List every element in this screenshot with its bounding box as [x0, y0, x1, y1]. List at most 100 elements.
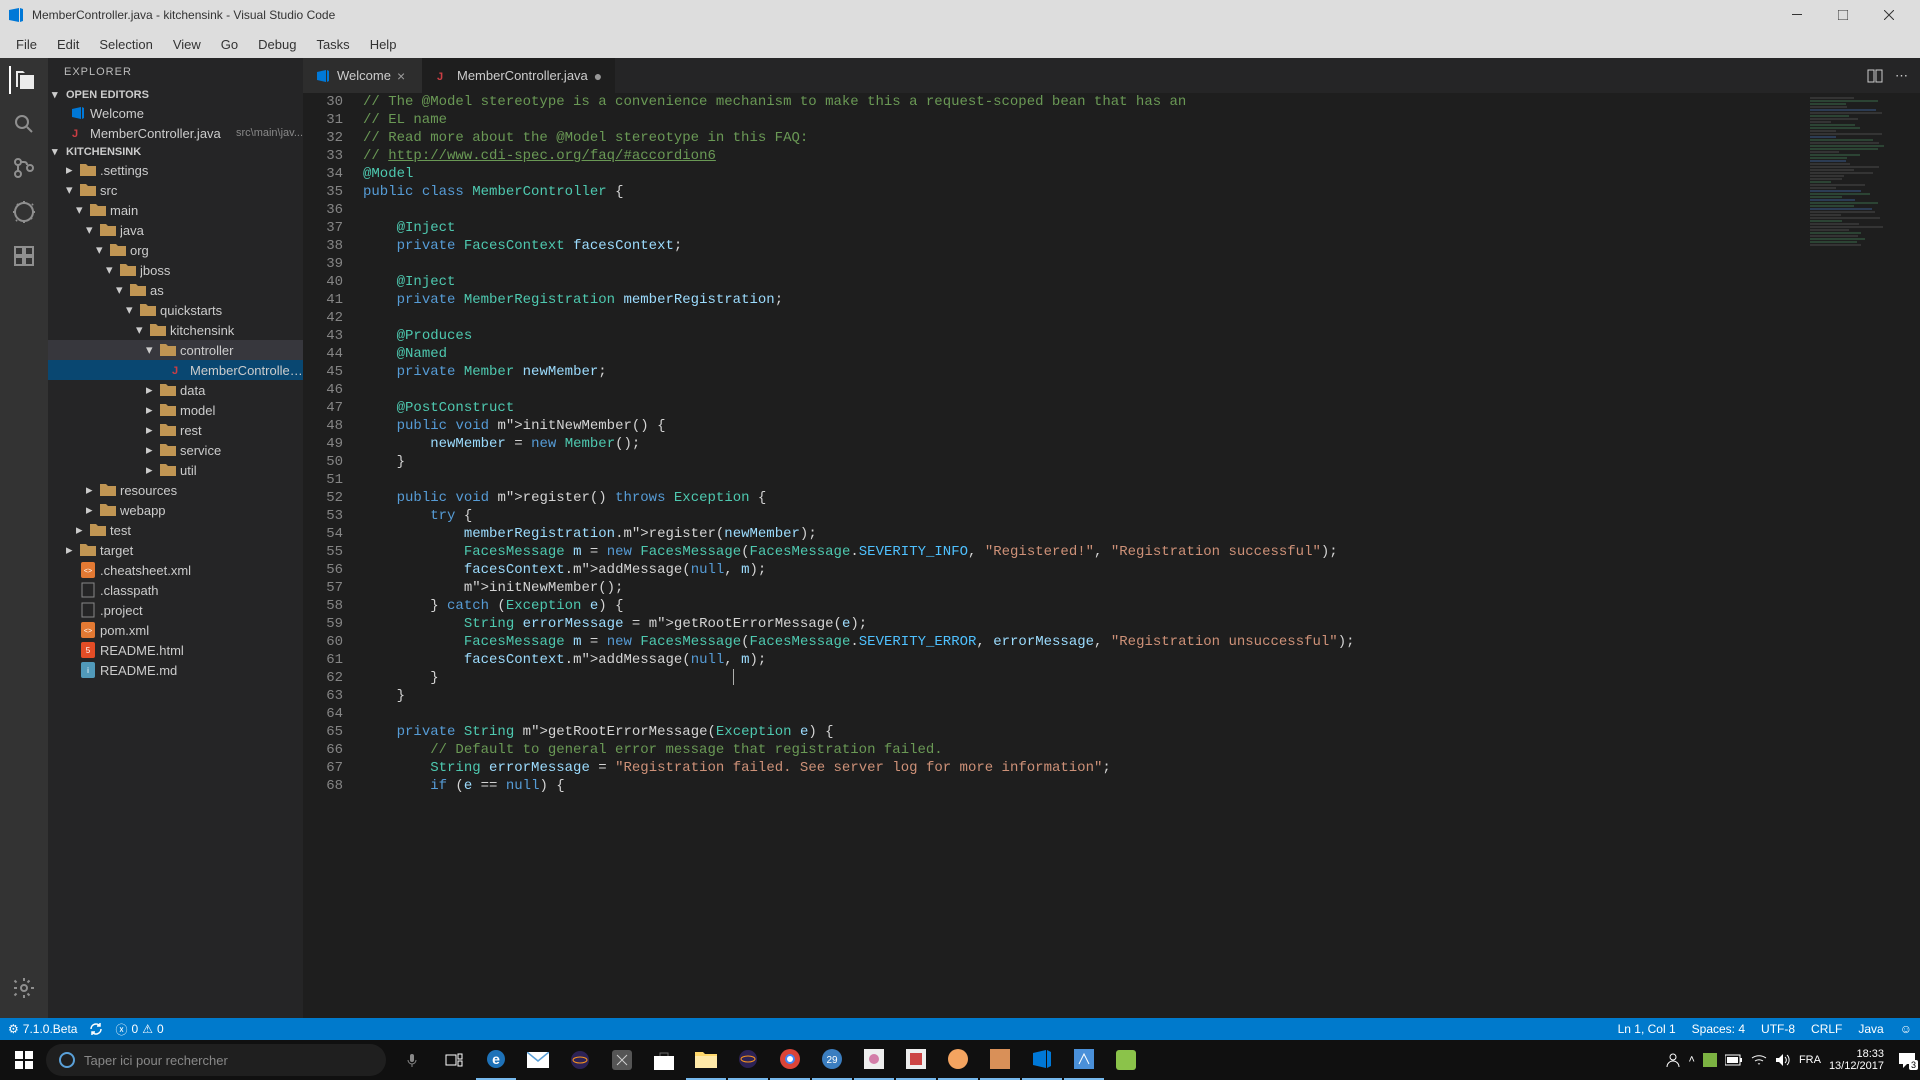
code-line[interactable]: facesContext.m">addMessage(null, m);: [363, 561, 1920, 579]
open-editor-item[interactable]: Welcome: [48, 103, 303, 123]
code-line[interactable]: FacesMessage m = new FacesMessage(FacesM…: [363, 543, 1920, 561]
tb-app4[interactable]: [896, 1040, 936, 1080]
project-header[interactable]: ▾KITCHENSINK: [48, 143, 303, 160]
tb-app2[interactable]: 29: [812, 1040, 852, 1080]
status-sync[interactable]: [89, 1022, 103, 1036]
code-line[interactable]: // EL name: [363, 111, 1920, 129]
close-icon[interactable]: ●: [594, 68, 602, 84]
status-feedback[interactable]: ☺: [1900, 1022, 1912, 1036]
tree-item[interactable]: ▸target: [48, 540, 303, 560]
code-line[interactable]: [363, 705, 1920, 723]
tree-item[interactable]: ▾org: [48, 240, 303, 260]
status-problems[interactable]: ⓧ 0 ⚠ 0: [115, 1021, 163, 1038]
tb-app3[interactable]: [854, 1040, 894, 1080]
code-line[interactable]: } catch (Exception e) {: [363, 597, 1920, 615]
tb-vscode[interactable]: [1022, 1040, 1062, 1080]
code-line[interactable]: String errorMessage = m">getRootErrorMes…: [363, 615, 1920, 633]
scm-icon[interactable]: [10, 154, 38, 182]
code-line[interactable]: [363, 201, 1920, 219]
tree-item[interactable]: ▾main: [48, 200, 303, 220]
mic-icon[interactable]: [392, 1040, 432, 1080]
more-actions-icon[interactable]: ⋯: [1895, 68, 1908, 84]
close-icon[interactable]: ×: [397, 68, 405, 84]
tree-item[interactable]: ▾kitchensink: [48, 320, 303, 340]
tb-people-icon[interactable]: [1665, 1052, 1681, 1068]
code-line[interactable]: @PostConstruct: [363, 399, 1920, 417]
settings-icon[interactable]: [10, 974, 38, 1002]
tree-item[interactable]: ▾jboss: [48, 260, 303, 280]
debug-icon[interactable]: [10, 198, 38, 226]
menu-selection[interactable]: Selection: [91, 33, 160, 56]
code-line[interactable]: FacesMessage m = new FacesMessage(FacesM…: [363, 633, 1920, 651]
code-line[interactable]: @Named: [363, 345, 1920, 363]
code-editor[interactable]: 3031323334353637383940414243444546474849…: [303, 93, 1920, 1018]
tb-app8[interactable]: [1106, 1040, 1146, 1080]
tb-language[interactable]: FRA: [1799, 1054, 1821, 1066]
tree-item[interactable]: ▸util: [48, 460, 303, 480]
explorer-icon[interactable]: [9, 66, 37, 94]
tb-app5[interactable]: [938, 1040, 978, 1080]
tree-item[interactable]: <>pom.xml: [48, 620, 303, 640]
status-spaces[interactable]: Spaces: 4: [1692, 1022, 1745, 1036]
menu-go[interactable]: Go: [213, 33, 246, 56]
tb-app6[interactable]: [980, 1040, 1020, 1080]
code-line[interactable]: // http://www.cdi-spec.org/faq/#accordio…: [363, 147, 1920, 165]
tb-volume-icon[interactable]: [1775, 1053, 1791, 1067]
code-line[interactable]: facesContext.m">addMessage(null, m);: [363, 651, 1920, 669]
open-editor-item[interactable]: JMemberController.javasrc\main\jav...: [48, 123, 303, 143]
tb-tray-chevron[interactable]: ˄: [1689, 1054, 1695, 1066]
minimize-button[interactable]: [1774, 0, 1820, 30]
split-editor-icon[interactable]: [1867, 68, 1883, 84]
tree-item[interactable]: ▾java: [48, 220, 303, 240]
menu-edit[interactable]: Edit: [49, 33, 87, 56]
status-version[interactable]: ⚙ 7.1.0.Beta: [8, 1022, 77, 1036]
code-line[interactable]: // Read more about the @Model stereotype…: [363, 129, 1920, 147]
code-line[interactable]: private Member newMember;: [363, 363, 1920, 381]
code-line[interactable]: [363, 309, 1920, 327]
close-button[interactable]: [1866, 0, 1912, 30]
status-position[interactable]: Ln 1, Col 1: [1618, 1022, 1676, 1036]
tb-file-explorer[interactable]: [686, 1040, 726, 1080]
tb-store[interactable]: [644, 1040, 684, 1080]
code-line[interactable]: newMember = new Member();: [363, 435, 1920, 453]
tree-item[interactable]: ▾quickstarts: [48, 300, 303, 320]
code-line[interactable]: private MemberRegistration memberRegistr…: [363, 291, 1920, 309]
code-line[interactable]: @Inject: [363, 219, 1920, 237]
tree-item[interactable]: <>.cheatsheet.xml: [48, 560, 303, 580]
tree-item[interactable]: ▸webapp: [48, 500, 303, 520]
code-line[interactable]: memberRegistration.m">register(newMember…: [363, 525, 1920, 543]
code-line[interactable]: }: [363, 687, 1920, 705]
code-line[interactable]: [363, 255, 1920, 273]
code-line[interactable]: if (e == null) {: [363, 777, 1920, 795]
code-line[interactable]: private String m">getRootErrorMessage(Ex…: [363, 723, 1920, 741]
code-line[interactable]: [363, 471, 1920, 489]
vertical-scrollbar[interactable]: [1906, 93, 1920, 1018]
menu-view[interactable]: View: [165, 33, 209, 56]
tb-notifications[interactable]: 3: [1898, 1052, 1916, 1068]
search-icon[interactable]: [10, 110, 38, 138]
code-line[interactable]: public void m">register() throws Excepti…: [363, 489, 1920, 507]
tree-item[interactable]: ▸resources: [48, 480, 303, 500]
maximize-button[interactable]: [1820, 0, 1866, 30]
code-line[interactable]: String errorMessage = "Registration fail…: [363, 759, 1920, 777]
tb-battery-icon[interactable]: [1725, 1054, 1743, 1066]
tree-item[interactable]: .project: [48, 600, 303, 620]
tb-tray-icon1[interactable]: [1703, 1053, 1717, 1067]
tb-eclipse2[interactable]: [728, 1040, 768, 1080]
tree-item[interactable]: ▾as: [48, 280, 303, 300]
code-line[interactable]: public class MemberController {: [363, 183, 1920, 201]
taskbar-search[interactable]: Taper ici pour rechercher: [46, 1044, 386, 1076]
tree-item[interactable]: ▾controller: [48, 340, 303, 360]
code-line[interactable]: @Produces: [363, 327, 1920, 345]
status-eol[interactable]: CRLF: [1811, 1022, 1842, 1036]
tb-clock[interactable]: 18:33 13/12/2017: [1829, 1048, 1890, 1072]
extensions-icon[interactable]: [10, 242, 38, 270]
tb-edge[interactable]: e: [476, 1040, 516, 1080]
code-line[interactable]: // The @Model stereotype is a convenienc…: [363, 93, 1920, 111]
taskview-icon[interactable]: [434, 1040, 474, 1080]
tb-chrome[interactable]: [770, 1040, 810, 1080]
tb-mail[interactable]: [518, 1040, 558, 1080]
tree-item[interactable]: ▸model: [48, 400, 303, 420]
editor-tab[interactable]: Welcome×: [303, 58, 423, 93]
code-line[interactable]: }: [363, 669, 1920, 687]
